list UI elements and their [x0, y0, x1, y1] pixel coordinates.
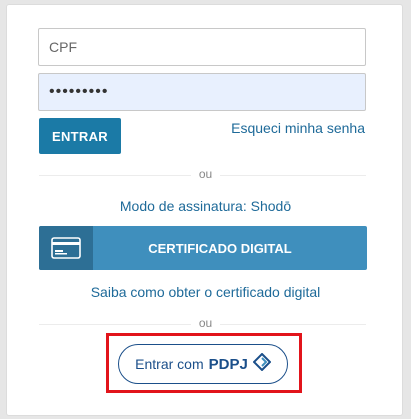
pdpj-login-button[interactable]: Entrar com PDPJ	[118, 344, 288, 384]
certificate-button-label: CERTIFICADO DIGITAL	[148, 240, 292, 256]
or-separator: ou	[7, 316, 404, 330]
pdpj-prefix: Entrar com	[135, 356, 204, 372]
cpf-input[interactable]	[38, 28, 366, 66]
pdpj-brand: PDPJ	[208, 355, 248, 373]
or-separator: ou	[7, 167, 404, 181]
forgot-password-link[interactable]: Esqueci minha senha	[231, 120, 365, 136]
certificate-button[interactable]: CERTIFICADO DIGITAL	[39, 226, 367, 270]
login-card: ENTRAR Esqueci minha senha ou Modo de as…	[6, 4, 403, 416]
signature-mode-link[interactable]: Modo de assinatura: Shodō	[7, 198, 404, 214]
certificate-help-link[interactable]: Saiba como obter o certificado digital	[7, 284, 404, 300]
enter-button[interactable]: ENTRAR	[39, 118, 121, 154]
password-input[interactable]	[38, 73, 366, 111]
credit-card-icon	[39, 226, 93, 270]
pdpj-logo-icon	[252, 352, 272, 376]
